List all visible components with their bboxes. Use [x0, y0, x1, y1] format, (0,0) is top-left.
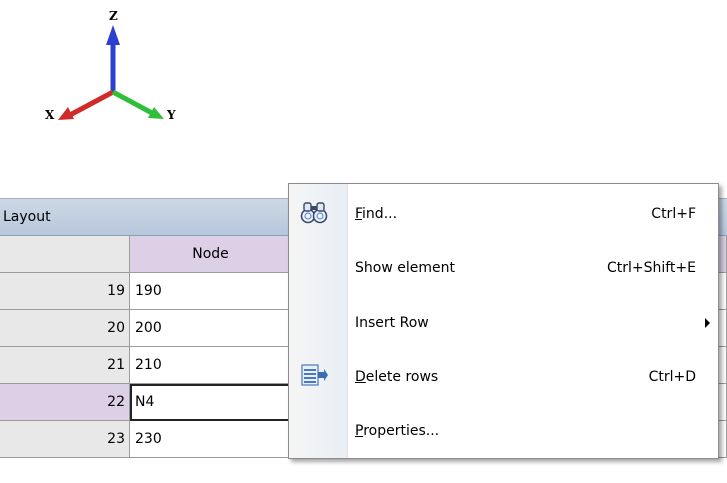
- menu-item-delete-rows[interactable]: Delete rows Ctrl+D: [289, 350, 718, 404]
- row-index[interactable]: 21: [0, 347, 130, 384]
- z-axis-label: Z: [109, 9, 118, 23]
- menu-item-label: Properties...: [355, 423, 440, 439]
- menu-item-properties[interactable]: Properties...: [289, 404, 718, 458]
- node-cell-active[interactable]: N4: [130, 384, 292, 421]
- submenu-arrow-icon: [705, 318, 710, 328]
- node-cell[interactable]: 190: [130, 273, 292, 310]
- row-header-corner: [0, 236, 130, 273]
- menu-item-find[interactable]: Find... Ctrl+F: [289, 187, 718, 241]
- layout-title: Layout: [3, 209, 51, 225]
- row-index[interactable]: 22: [0, 384, 130, 421]
- row-index[interactable]: 20: [0, 310, 130, 347]
- row-index[interactable]: 19: [0, 273, 130, 310]
- menu-item-shortcut: Ctrl+Shift+E: [606, 260, 696, 276]
- context-menu: Find... Ctrl+F Show element Ctrl+Shift+E…: [288, 183, 719, 459]
- row-index[interactable]: 23: [0, 421, 130, 458]
- node-cell[interactable]: 230: [130, 421, 292, 458]
- axis-triad: Z X Y: [40, 5, 190, 130]
- node-cell[interactable]: 210: [130, 347, 292, 384]
- node-cell[interactable]: 200: [130, 310, 292, 347]
- menu-item-label: Find...: [355, 206, 398, 222]
- column-header-node[interactable]: Node: [130, 236, 292, 273]
- menu-item-show-element[interactable]: Show element Ctrl+Shift+E: [289, 241, 718, 295]
- menu-item-label: Insert Row: [355, 315, 429, 331]
- menu-item-shortcut: Ctrl+D: [648, 369, 696, 385]
- menu-item-label: Delete rows: [355, 369, 439, 385]
- delete-rows-icon: [299, 360, 329, 390]
- binoculars-icon: [299, 197, 329, 227]
- menu-item-insert-row[interactable]: Insert Row: [289, 296, 718, 350]
- x-axis-label: X: [45, 108, 55, 122]
- menu-item-label: Show element: [355, 260, 455, 276]
- menu-item-shortcut: Ctrl+F: [651, 206, 696, 222]
- y-axis-label: Y: [167, 108, 176, 122]
